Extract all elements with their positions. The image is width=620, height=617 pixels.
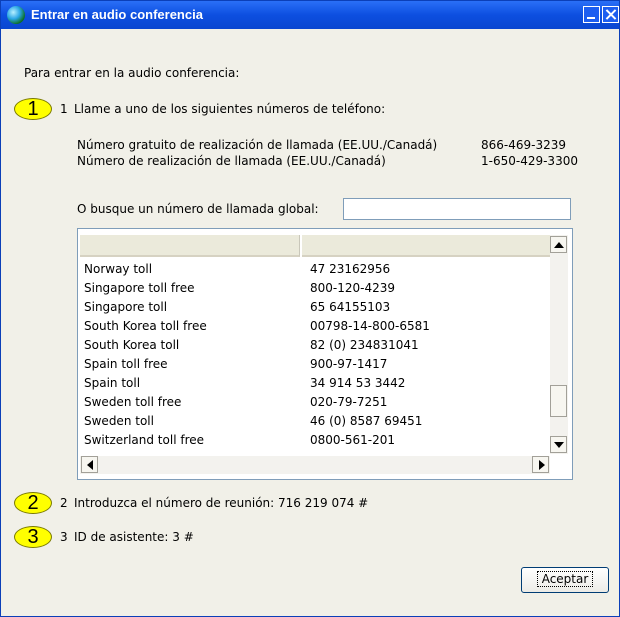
scroll-thumb[interactable] [550, 385, 567, 417]
number-cell: 00798-14-800-6581 [310, 319, 430, 333]
phone-label-tollfree: Número gratuito de realización de llamad… [77, 138, 438, 152]
number-cell: 82 (0) 234831041 [310, 338, 419, 352]
number-cell: 65 64155103 [310, 300, 391, 314]
number-cell: 34 914 53 3442 [310, 376, 406, 390]
scroll-up-button[interactable] [550, 236, 567, 253]
globe-icon [7, 6, 25, 24]
vertical-scrollbar[interactable] [550, 235, 568, 454]
scroll-left-button[interactable] [81, 456, 98, 473]
country-cell: Switzerland toll free [84, 433, 204, 447]
number-cell: 46 (0) 8587 69451 [310, 414, 423, 428]
step-3-text: ID de asistente: 3 # [74, 530, 194, 544]
search-input[interactable] [343, 198, 571, 220]
horizontal-scrollbar[interactable] [80, 456, 550, 474]
phone-number-tollfree: 866-469-3239 [481, 138, 567, 152]
country-cell: Sweden toll [84, 414, 154, 428]
step-3-number: 3 [60, 530, 68, 544]
country-cell: Singapore toll free [84, 281, 195, 295]
phone-label-toll: Número de realización de llamada (EE.UU.… [77, 154, 386, 168]
list-row[interactable]: Sweden toll free 020-79-7251 [84, 395, 544, 414]
list-row[interactable]: Singapore toll 65 64155103 [84, 300, 544, 319]
list-row[interactable]: South Korea toll free 00798-14-800-6581 [84, 319, 544, 338]
callout-1: 1 [14, 98, 52, 120]
step-2-text: Introduzca el número de reunión: 716 219… [74, 496, 369, 510]
list-row[interactable]: Switzerland toll free 0800-561-201 [84, 433, 544, 452]
country-cell: South Korea toll [84, 338, 180, 352]
accept-button-label: Aceptar [536, 571, 594, 587]
country-cell: Sweden toll free [84, 395, 182, 409]
title-bar[interactable]: Entrar en audio conferencia [1, 1, 619, 29]
list-row[interactable]: Sweden toll 46 (0) 8587 69451 [84, 414, 544, 433]
number-cell: 900-97-1417 [310, 357, 388, 371]
number-cell: 0800-561-201 [310, 433, 396, 447]
window-title: Entrar en audio conferencia [31, 7, 203, 22]
country-cell: Spain toll free [84, 357, 168, 371]
step-2-number: 2 [60, 496, 68, 510]
step-1-text: Llame a uno de los siguientes números de… [74, 102, 386, 116]
callout-3: 3 [14, 526, 52, 548]
global-numbers-list[interactable]: Norway toll 47 23162956 Singapore toll f… [77, 228, 573, 480]
accept-button[interactable]: Aceptar [521, 567, 609, 593]
list-row[interactable]: South Korea toll 82 (0) 234831041 [84, 338, 544, 357]
country-cell: Singapore toll [84, 300, 168, 314]
list-row[interactable]: Singapore toll free 800-120-4239 [84, 281, 544, 300]
dialog-window: Entrar en audio conferencia Para entrar … [0, 0, 620, 617]
list-row[interactable]: Spain toll free 900-97-1417 [84, 357, 544, 376]
country-cell: Norway toll [84, 262, 153, 276]
minimize-button[interactable] [583, 6, 600, 23]
callout-2: 2 [14, 492, 52, 514]
column-header-number[interactable] [302, 235, 550, 257]
list-row[interactable]: Norway toll 47 23162956 [84, 262, 544, 281]
close-button[interactable] [602, 6, 619, 23]
intro-text: Para entrar en la audio conferencia: [24, 66, 240, 80]
scroll-down-button[interactable] [550, 436, 567, 453]
number-cell: 47 23162956 [310, 262, 391, 276]
phone-number-toll: 1-650-429-3300 [481, 154, 578, 168]
country-cell: South Korea toll free [84, 319, 207, 333]
country-cell: Spain toll [84, 376, 141, 390]
search-label: O busque un número de llamada global: [77, 202, 319, 216]
scroll-right-button[interactable] [532, 456, 549, 473]
number-cell: 020-79-7251 [310, 395, 388, 409]
list-row[interactable]: Spain toll 34 914 53 3442 [84, 376, 544, 395]
number-cell: 800-120-4239 [310, 281, 396, 295]
column-header-country[interactable] [80, 235, 300, 257]
step-1-number: 1 [60, 102, 68, 116]
